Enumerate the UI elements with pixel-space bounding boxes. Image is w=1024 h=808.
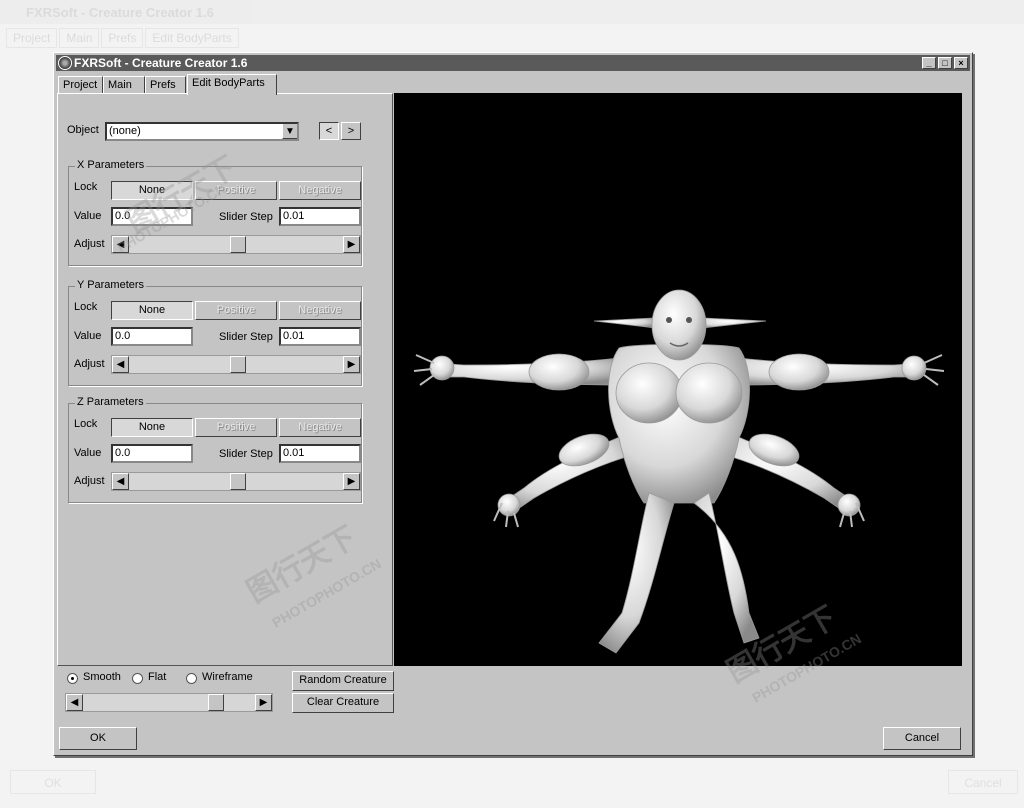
y-lock-positive-button[interactable]: Positive: [195, 301, 277, 320]
object-select[interactable]: (none) ▼: [105, 122, 299, 141]
minimize-button[interactable]: _: [922, 57, 936, 69]
y-slider-step-label: Slider Step: [219, 331, 273, 343]
creature-3d-viewport[interactable]: [394, 93, 962, 666]
z-parameters-title: Z Parameters: [75, 396, 146, 408]
y-slider-thumb[interactable]: [230, 356, 246, 373]
next-object-button[interactable]: >: [341, 122, 361, 140]
x-parameters-title: X Parameters: [75, 159, 147, 171]
background-window-title: FXRSoft - Creature Creator 1.6: [0, 0, 1024, 24]
y-lock-none-button[interactable]: None: [111, 301, 193, 320]
y-parameters-title: Y Parameters: [75, 279, 147, 291]
background-cancel-button: Cancel: [948, 770, 1018, 794]
wireframe-label: Wireframe: [202, 671, 253, 683]
app-icon: [58, 56, 72, 70]
x-slider-step-label: Slider Step: [219, 211, 273, 223]
y-slider-step-input[interactable]: 0.01: [279, 327, 361, 346]
wireframe-radio[interactable]: [186, 673, 197, 684]
y-value-input[interactable]: 0.0: [111, 327, 193, 346]
x-slider-thumb[interactable]: [230, 236, 246, 253]
x-lock-label: Lock: [74, 181, 98, 193]
z-adjust-slider[interactable]: ◀ ▶: [111, 472, 361, 491]
z-parameters-group: Z Parameters Lock None Positive Negative…: [68, 396, 362, 503]
y-parameters-group: Y Parameters Lock None Positive Negative…: [68, 279, 362, 386]
chevron-down-icon[interactable]: ▼: [282, 124, 297, 139]
x-adjust-label: Adjust: [74, 238, 105, 250]
flat-label: Flat: [148, 671, 167, 683]
smooth-radio[interactable]: [67, 673, 78, 684]
object-label: Object: [67, 124, 99, 136]
z-lock-label: Lock: [74, 418, 98, 430]
background-tab: Project: [6, 28, 58, 48]
z-slider-thumb[interactable]: [230, 473, 246, 490]
scroll-right-arrow-icon[interactable]: ▶: [343, 236, 360, 253]
creature-model: [413, 289, 945, 654]
z-lock-none-button[interactable]: None: [111, 418, 193, 437]
x-lock-none-button[interactable]: None: [111, 181, 193, 200]
z-value-input[interactable]: 0.0: [111, 444, 193, 463]
smooth-label: Smooth: [83, 671, 121, 683]
x-lock-negative-button[interactable]: Negative: [279, 181, 361, 200]
scroll-right-arrow-icon[interactable]: ▶: [343, 356, 360, 373]
prev-object-button[interactable]: <: [319, 122, 339, 140]
y-lock-negative-button[interactable]: Negative: [279, 301, 361, 320]
scroll-left-arrow-icon[interactable]: ◀: [66, 694, 83, 711]
window-title: FXRSoft - Creature Creator 1.6: [74, 56, 248, 70]
random-creature-button[interactable]: Random Creature: [292, 671, 394, 691]
cancel-button[interactable]: Cancel: [883, 727, 961, 750]
scroll-left-arrow-icon[interactable]: ◀: [112, 356, 129, 373]
background-tabs: Project Main Prefs Edit BodyParts: [6, 28, 241, 48]
tab-edit-bodyparts[interactable]: Edit BodyParts: [187, 74, 277, 95]
render-slider[interactable]: ◀ ▶: [65, 693, 273, 712]
y-value-label: Value: [74, 330, 102, 342]
flat-radio[interactable]: [132, 673, 143, 684]
tab-project[interactable]: Project: [58, 76, 103, 94]
creature-creator-window: FXRSoft - Creature Creator 1.6 _ □ × Pro…: [53, 52, 973, 756]
close-button[interactable]: ×: [954, 57, 968, 69]
scroll-right-arrow-icon[interactable]: ▶: [343, 473, 360, 490]
y-adjust-slider[interactable]: ◀ ▶: [111, 355, 361, 374]
maximize-button[interactable]: □: [938, 57, 952, 69]
z-slider-step-label: Slider Step: [219, 448, 273, 460]
x-value-input[interactable]: 0.0: [111, 207, 193, 226]
tab-prefs[interactable]: Prefs: [145, 76, 186, 94]
z-lock-negative-button[interactable]: Negative: [279, 418, 361, 437]
x-slider-step-input[interactable]: 0.01: [279, 207, 361, 226]
background-tab: Main: [59, 28, 100, 48]
z-value-label: Value: [74, 447, 102, 459]
background-ok-button: OK: [10, 770, 96, 794]
title-bar[interactable]: FXRSoft - Creature Creator 1.6 _ □ ×: [56, 55, 970, 71]
x-adjust-slider[interactable]: ◀ ▶: [111, 235, 361, 254]
y-lock-label: Lock: [74, 301, 98, 313]
background-tab: Edit BodyParts: [145, 28, 239, 48]
background-tab: Prefs: [101, 28, 144, 48]
scroll-left-arrow-icon[interactable]: ◀: [112, 473, 129, 490]
scroll-left-arrow-icon[interactable]: ◀: [112, 236, 129, 253]
x-parameters-group: X Parameters Lock None Positive Negative…: [68, 159, 362, 266]
tab-main[interactable]: Main: [103, 76, 145, 94]
z-slider-step-input[interactable]: 0.01: [279, 444, 361, 463]
x-lock-positive-button[interactable]: Positive: [195, 181, 277, 200]
render-slider-thumb[interactable]: [208, 694, 224, 711]
z-lock-positive-button[interactable]: Positive: [195, 418, 277, 437]
bodyparts-panel: Object (none) ▼ < > X Parameters Lock No…: [57, 93, 393, 666]
y-adjust-label: Adjust: [74, 358, 105, 370]
ok-button[interactable]: OK: [59, 727, 137, 750]
x-value-label: Value: [74, 210, 102, 222]
object-select-value: (none): [109, 125, 141, 137]
clear-creature-button[interactable]: Clear Creature: [292, 693, 394, 713]
z-adjust-label: Adjust: [74, 475, 105, 487]
scroll-right-arrow-icon[interactable]: ▶: [255, 694, 272, 711]
